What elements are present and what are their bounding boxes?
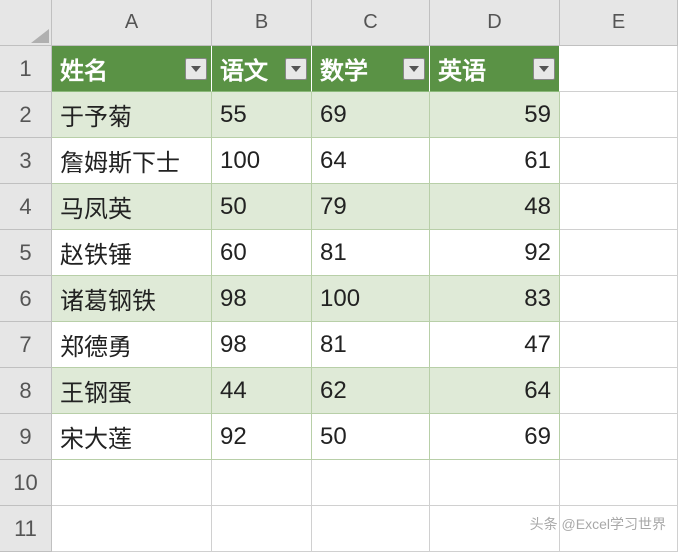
col-header-c[interactable]: C	[312, 0, 430, 46]
table-header-label: 英语	[438, 51, 486, 86]
cell-chinese[interactable]: 50	[212, 184, 312, 230]
table-header-english[interactable]: 英语	[430, 46, 560, 92]
cell-english[interactable]: 47	[430, 322, 560, 368]
cell-d10[interactable]	[430, 460, 560, 506]
cell-name[interactable]: 于予菊	[52, 92, 212, 138]
cell-math[interactable]: 100	[312, 276, 430, 322]
row-header-7[interactable]: 7	[0, 322, 52, 368]
cell-english[interactable]: 69	[430, 414, 560, 460]
cell-math[interactable]: 79	[312, 184, 430, 230]
cell-e7[interactable]	[560, 322, 678, 368]
cell-b10[interactable]	[212, 460, 312, 506]
filter-button-name[interactable]	[185, 58, 207, 80]
cell-chinese[interactable]: 100	[212, 138, 312, 184]
watermark-text: 头条 @Excel学习世界	[530, 514, 666, 534]
row-header-8[interactable]: 8	[0, 368, 52, 414]
chevron-down-icon	[191, 66, 201, 72]
table-header-chinese[interactable]: 语文	[212, 46, 312, 92]
cell-english[interactable]: 48	[430, 184, 560, 230]
row-header-1[interactable]: 1	[0, 46, 52, 92]
col-header-d[interactable]: D	[430, 0, 560, 46]
row-header-6[interactable]: 6	[0, 276, 52, 322]
cell-chinese[interactable]: 55	[212, 92, 312, 138]
cell-math[interactable]: 81	[312, 322, 430, 368]
cell-a11[interactable]	[52, 506, 212, 552]
select-all-corner[interactable]	[0, 0, 52, 46]
cell-e4[interactable]	[560, 184, 678, 230]
filter-button-math[interactable]	[403, 58, 425, 80]
cell-english[interactable]: 61	[430, 138, 560, 184]
cell-english[interactable]: 83	[430, 276, 560, 322]
cell-e9[interactable]	[560, 414, 678, 460]
table-header-label: 语文	[220, 51, 268, 86]
table-header-math[interactable]: 数学	[312, 46, 430, 92]
cell-e10[interactable]	[560, 460, 678, 506]
row-header-2[interactable]: 2	[0, 92, 52, 138]
table-header-label: 姓名	[60, 51, 108, 86]
row-header-4[interactable]: 4	[0, 184, 52, 230]
cell-math[interactable]: 50	[312, 414, 430, 460]
cell-e1[interactable]	[560, 46, 678, 92]
cell-name[interactable]: 诸葛钢铁	[52, 276, 212, 322]
cell-e3[interactable]	[560, 138, 678, 184]
row-header-9[interactable]: 9	[0, 414, 52, 460]
chevron-down-icon	[409, 66, 419, 72]
cell-math[interactable]: 81	[312, 230, 430, 276]
cell-name[interactable]: 詹姆斯下士	[52, 138, 212, 184]
cell-e8[interactable]	[560, 368, 678, 414]
cell-c10[interactable]	[312, 460, 430, 506]
cell-chinese[interactable]: 60	[212, 230, 312, 276]
table-header-label: 数学	[320, 51, 368, 86]
col-header-a[interactable]: A	[52, 0, 212, 46]
row-header-11[interactable]: 11	[0, 506, 52, 552]
chevron-down-icon	[291, 66, 301, 72]
cell-english[interactable]: 92	[430, 230, 560, 276]
cell-e2[interactable]	[560, 92, 678, 138]
table-header-name[interactable]: 姓名	[52, 46, 212, 92]
cell-b11[interactable]	[212, 506, 312, 552]
cell-english[interactable]: 59	[430, 92, 560, 138]
filter-button-chinese[interactable]	[285, 58, 307, 80]
spreadsheet-grid: A B C D E 1 姓名 语文 数学 英语 2 于予菊 55 69 59 3…	[0, 0, 678, 552]
chevron-down-icon	[539, 66, 549, 72]
col-header-e[interactable]: E	[560, 0, 678, 46]
cell-english[interactable]: 64	[430, 368, 560, 414]
cell-c11[interactable]	[312, 506, 430, 552]
cell-math[interactable]: 62	[312, 368, 430, 414]
cell-chinese[interactable]: 92	[212, 414, 312, 460]
cell-name[interactable]: 郑德勇	[52, 322, 212, 368]
row-header-5[interactable]: 5	[0, 230, 52, 276]
cell-chinese[interactable]: 98	[212, 322, 312, 368]
cell-e5[interactable]	[560, 230, 678, 276]
row-header-10[interactable]: 10	[0, 460, 52, 506]
filter-button-english[interactable]	[533, 58, 555, 80]
cell-chinese[interactable]: 44	[212, 368, 312, 414]
cell-name[interactable]: 马凤英	[52, 184, 212, 230]
cell-name[interactable]: 赵铁锤	[52, 230, 212, 276]
cell-name[interactable]: 王钢蛋	[52, 368, 212, 414]
cell-e6[interactable]	[560, 276, 678, 322]
row-header-3[interactable]: 3	[0, 138, 52, 184]
cell-a10[interactable]	[52, 460, 212, 506]
cell-math[interactable]: 69	[312, 92, 430, 138]
cell-chinese[interactable]: 98	[212, 276, 312, 322]
col-header-b[interactable]: B	[212, 0, 312, 46]
cell-math[interactable]: 64	[312, 138, 430, 184]
cell-name[interactable]: 宋大莲	[52, 414, 212, 460]
